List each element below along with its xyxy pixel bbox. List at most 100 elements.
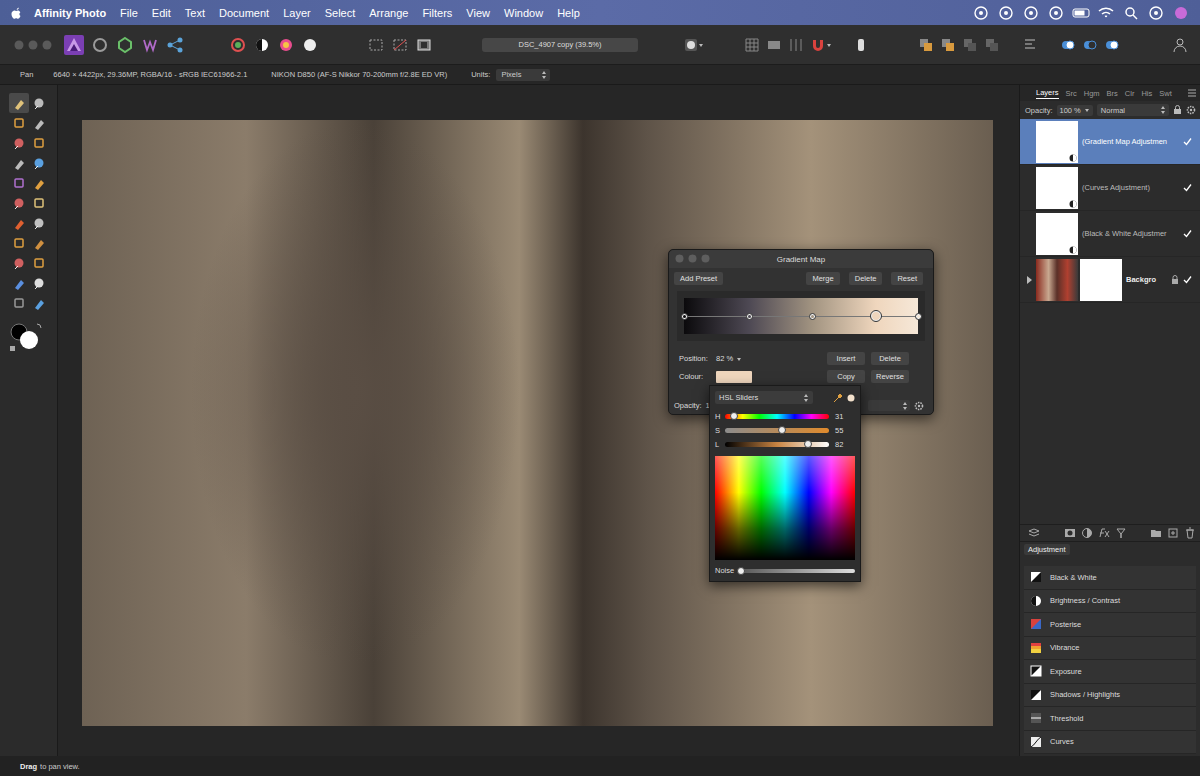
trash-icon[interactable] [1184, 527, 1196, 539]
lock-icon[interactable] [1173, 105, 1182, 115]
menu-item[interactable]: File [120, 7, 138, 19]
panel-tab[interactable]: Brs [1107, 88, 1118, 99]
minimize-button-icon[interactable] [28, 40, 38, 50]
colour-swatch[interactable] [716, 371, 752, 383]
canvas[interactable] [58, 85, 1019, 756]
opacity-field[interactable]: 100 % [1057, 105, 1093, 116]
battery-icon[interactable] [1072, 5, 1090, 21]
colour-chips-icon[interactable] [9, 322, 45, 352]
colour-field[interactable] [715, 456, 855, 560]
fx-icon[interactable] [1098, 527, 1110, 539]
pixel-grid-icon[interactable] [766, 37, 782, 53]
tool-button[interactable] [29, 113, 49, 133]
adjustment-tab[interactable]: Adjustment [1024, 544, 1070, 555]
menu-item[interactable]: Window [504, 7, 543, 19]
dialog-gear-icon[interactable] [914, 401, 924, 411]
tool-button[interactable] [9, 133, 29, 153]
menu-item[interactable]: Select [325, 7, 356, 19]
adjustment-item[interactable]: Threshold [1024, 707, 1196, 731]
position-field[interactable]: 82 % [716, 354, 742, 363]
tool-button[interactable] [29, 233, 49, 253]
slider-track[interactable] [725, 428, 829, 433]
search-icon[interactable] [1122, 5, 1140, 21]
quick-mask-icon[interactable] [684, 38, 698, 52]
delete-preset-button[interactable]: Delete [849, 272, 883, 285]
snapping-icon[interactable] [810, 37, 826, 53]
adjustment-item[interactable]: Black & White [1024, 566, 1196, 590]
adjustment-item[interactable]: Exposure [1024, 660, 1196, 684]
tool-button[interactable] [29, 173, 49, 193]
merge-button[interactable]: Merge [806, 272, 839, 285]
add-layer-icon[interactable] [1167, 527, 1179, 539]
apple-icon[interactable] [10, 6, 22, 20]
tool-button[interactable] [29, 193, 49, 213]
auto-levels-icon[interactable] [230, 37, 246, 53]
layer-row[interactable]: (Curves Adjustment) [1020, 165, 1200, 211]
adjustment-item[interactable]: Curves [1024, 731, 1196, 755]
intersect-icon[interactable] [1104, 37, 1120, 53]
tool-button[interactable] [9, 273, 29, 293]
document-tab[interactable]: DSC_4907 copy (39.5%) [482, 38, 638, 52]
blend-mode-dropdown[interactable]: Normal [1097, 104, 1169, 116]
invert-selection-icon[interactable] [416, 37, 432, 53]
visibility-checkbox[interactable] [1183, 183, 1192, 192]
tool-button[interactable] [29, 293, 49, 313]
creative-cloud-icon[interactable] [972, 5, 990, 21]
user-account-icon[interactable] [1172, 37, 1188, 53]
auto-white-balance-icon[interactable] [302, 37, 318, 53]
insert-button[interactable]: Insert [827, 352, 865, 365]
tool-button[interactable] [9, 213, 29, 233]
menu-item[interactable]: Layer [283, 7, 311, 19]
clock-icon[interactable] [1047, 5, 1065, 21]
visibility-checkbox[interactable] [1183, 275, 1192, 284]
tool-button[interactable] [9, 153, 29, 173]
adjustments-icon[interactable] [1081, 527, 1093, 539]
delete-stop-button[interactable]: Delete [871, 352, 909, 365]
tool-button[interactable] [9, 193, 29, 213]
move-to-back-icon[interactable] [918, 37, 934, 53]
tool-button[interactable] [9, 293, 29, 313]
layer-row[interactable]: (Gradient Map Adjustmen [1020, 119, 1200, 165]
visibility-checkbox[interactable] [1183, 229, 1192, 238]
visibility-checkbox[interactable] [1183, 137, 1192, 146]
tool-button[interactable] [29, 133, 49, 153]
panel-tab[interactable]: Hgm [1084, 88, 1100, 99]
menu-item[interactable]: Arrange [369, 7, 408, 19]
wifi-icon[interactable] [1097, 5, 1115, 21]
export-persona-icon[interactable] [166, 36, 184, 54]
add-preset-button[interactable]: Add Preset [674, 272, 723, 285]
tool-button[interactable] [9, 113, 29, 133]
tool-button[interactable] [29, 213, 49, 233]
tool-button[interactable] [29, 253, 49, 273]
zoom-button-icon[interactable] [42, 40, 52, 50]
units-dropdown[interactable]: Pixels [496, 69, 550, 81]
menu-item[interactable]: Document [219, 7, 269, 19]
panel-tab[interactable]: Layers [1036, 87, 1059, 99]
menu-item[interactable]: Edit [152, 7, 171, 19]
status-icon[interactable] [1022, 5, 1040, 21]
menu-item[interactable]: Text [185, 7, 205, 19]
move-forward-icon[interactable] [962, 37, 978, 53]
blend-dropdown[interactable] [868, 400, 910, 411]
photo-persona-icon[interactable] [91, 36, 109, 54]
menu-item[interactable]: Filters [422, 7, 452, 19]
slider-knob[interactable] [778, 426, 786, 434]
reverse-button[interactable]: Reverse [871, 370, 909, 383]
copy-button[interactable]: Copy [827, 370, 865, 383]
app-menu[interactable]: Affinity Photo [34, 7, 106, 19]
group-icon[interactable] [1150, 527, 1162, 539]
tool-button[interactable] [29, 153, 49, 173]
develop-persona-icon[interactable] [141, 36, 159, 54]
move-back-icon[interactable] [940, 37, 956, 53]
control-center-icon[interactable] [1147, 5, 1165, 21]
live-filter-icon[interactable] [1115, 527, 1127, 539]
selection-marquee-icon[interactable] [368, 37, 384, 53]
adjustment-item[interactable]: Posterise [1024, 613, 1196, 637]
assistant-icon[interactable] [854, 37, 868, 53]
panel-tab[interactable]: Swt [1159, 88, 1172, 99]
layer-lock-icon[interactable] [1171, 275, 1179, 284]
deselect-icon[interactable] [392, 37, 408, 53]
gradient-bar[interactable] [684, 298, 918, 334]
dialog-close-icon[interactable] [675, 254, 684, 263]
menu-item[interactable]: Help [557, 7, 580, 19]
